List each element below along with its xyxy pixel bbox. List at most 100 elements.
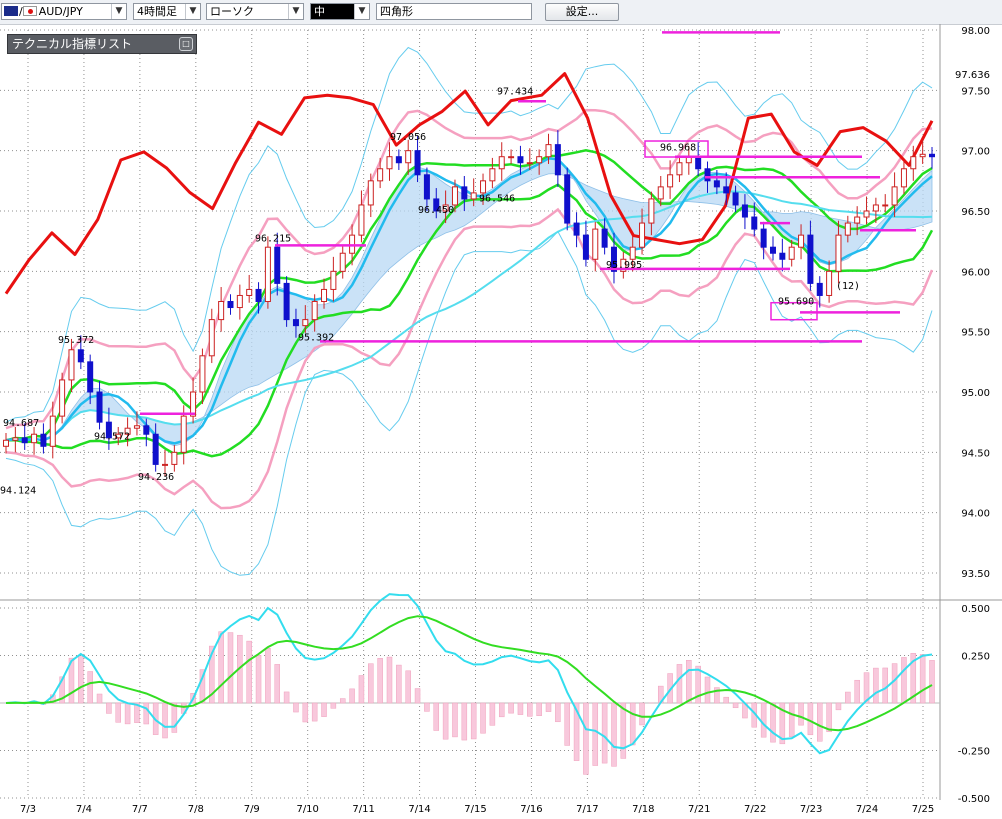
histogram-bar	[480, 702, 486, 734]
candle-body	[517, 156, 524, 164]
x-tick-label: 7/8	[188, 804, 204, 815]
histogram-bar	[162, 702, 168, 739]
histogram-bar	[555, 702, 561, 723]
x-tick-label: 7/10	[296, 804, 318, 815]
histogram-bar	[873, 667, 879, 704]
histogram-bar	[788, 702, 795, 737]
x-tick-label: 7/14	[408, 804, 430, 815]
macd-y-tick-label: 0.500	[961, 604, 990, 615]
candle-body	[246, 288, 253, 296]
histogram-bar	[368, 663, 374, 704]
histogram-bar	[171, 702, 178, 733]
histogram-bar	[442, 702, 449, 740]
maximize-icon[interactable]: □	[179, 37, 193, 51]
histogram-bar	[854, 679, 860, 704]
candle-body	[302, 319, 309, 327]
histogram-bar	[87, 671, 93, 704]
x-tick-label: 7/4	[76, 804, 92, 815]
bollinger-outer-lower	[5, 230, 933, 576]
candle-body	[788, 246, 795, 260]
histogram-bar	[601, 702, 608, 764]
candle-body	[713, 180, 720, 188]
price-annotation: 97.056	[390, 132, 426, 143]
price-annotation: 96.215	[255, 233, 291, 244]
x-tick-label: 7/21	[688, 804, 710, 815]
candle-body	[910, 156, 917, 170]
candle-body	[844, 222, 851, 236]
histogram-bar	[760, 702, 767, 738]
histogram-bar	[807, 702, 814, 736]
candle-body	[377, 168, 384, 182]
candle-body	[414, 150, 421, 176]
candle-body	[489, 168, 496, 182]
price-annotation: 94.687	[3, 418, 39, 429]
candle-body	[891, 186, 898, 206]
candle-body	[919, 153, 926, 158]
candle-body	[564, 174, 571, 224]
histogram-bar	[611, 702, 617, 767]
candle-body	[929, 153, 935, 158]
y-tick-label: 98.00	[961, 26, 990, 37]
histogram-bar	[882, 667, 888, 704]
histogram-bar	[255, 655, 262, 704]
chart-canvas[interactable]: 94.687 95.372 94.572 94.236 94.124 96.215 95.3…	[0, 0, 1002, 819]
histogram-bar	[564, 702, 570, 746]
x-tick-label: 7/22	[744, 804, 766, 815]
candle-body	[526, 162, 533, 165]
histogram-bar	[770, 702, 776, 743]
histogram-bar	[358, 675, 365, 704]
price-annotation: 97.434	[497, 86, 533, 97]
x-tick-label: 7/23	[800, 804, 822, 815]
x-tick-label: 7/17	[576, 804, 598, 815]
candle-body	[49, 415, 56, 447]
y-tick-label: 94.50	[961, 448, 990, 459]
indicator-list-panel[interactable]: テクニカル指標リスト □	[7, 34, 197, 54]
candle-body	[208, 319, 215, 357]
x-tick-label: 7/3	[20, 804, 36, 815]
candle-body	[676, 162, 683, 176]
histogram-bar	[143, 702, 150, 725]
price-annotation: 95.372	[58, 335, 94, 346]
histogram-bar	[433, 702, 440, 731]
candle-body	[573, 222, 580, 236]
histogram-bar	[489, 702, 496, 726]
candle-body	[657, 186, 664, 200]
axis-labels: 98.00 97.50 97.00 96.50 96.00 95.50 95.00 94.50…	[20, 26, 990, 815]
candle-body	[77, 349, 84, 363]
candle-body	[900, 168, 907, 188]
histogram-bar	[414, 688, 421, 704]
histogram-bar	[835, 702, 842, 711]
histogram-bar	[293, 702, 299, 713]
candle-body	[330, 270, 337, 290]
histogram-bar	[470, 702, 477, 740]
price-annotation: 94.236	[138, 472, 174, 483]
y-tick-label: 95.50	[961, 328, 990, 339]
candle-body	[695, 156, 702, 170]
histogram-bar	[115, 702, 121, 723]
histogram-bar	[227, 632, 234, 704]
macd-panel	[5, 593, 935, 775]
histogram-bar	[527, 702, 533, 717]
price-annotation: (12)	[836, 281, 860, 292]
candle-body	[461, 186, 468, 200]
candle-body	[798, 234, 805, 248]
candle-body	[40, 433, 47, 447]
histogram-bar	[265, 647, 271, 704]
histogram-bar	[686, 660, 692, 704]
candle-body	[872, 204, 879, 212]
candle-body	[769, 246, 776, 254]
candle-body	[741, 204, 748, 218]
x-tick-label: 7/15	[464, 804, 486, 815]
y-tick-label: 96.50	[961, 207, 990, 218]
candle-body	[218, 301, 225, 321]
histogram-bar	[498, 702, 505, 718]
candle-body	[470, 192, 477, 200]
histogram-bar	[396, 664, 402, 704]
candle-body	[152, 433, 159, 465]
histogram-bar	[845, 691, 851, 704]
candle-body	[863, 210, 870, 218]
price-annotation: 95.690	[778, 297, 814, 308]
last-price-label: 97.636	[955, 70, 990, 81]
candle-body	[423, 174, 430, 200]
x-tick-label: 7/16	[520, 804, 542, 815]
